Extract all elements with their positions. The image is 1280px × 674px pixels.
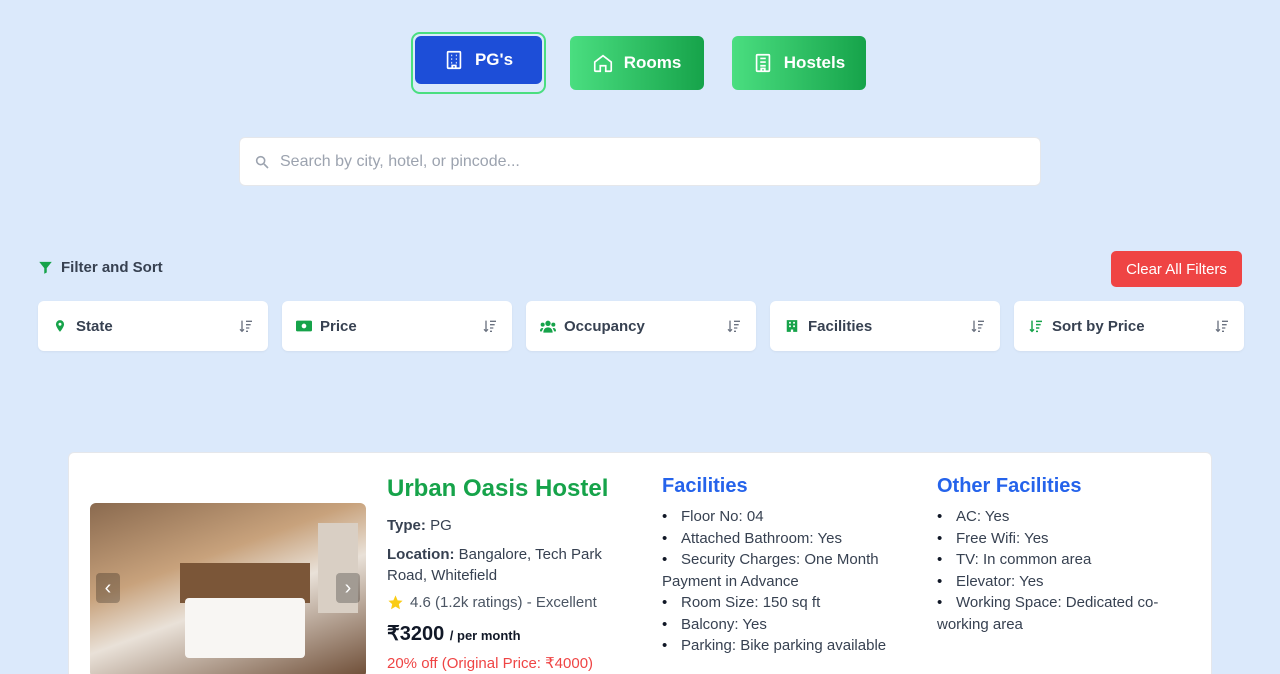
facility-item: Room Size: 150 sq ft [662, 592, 912, 614]
tab-rooms[interactable]: Rooms [569, 36, 704, 90]
filter-price[interactable]: Price [282, 301, 512, 351]
facilities-title: Facilities [662, 475, 748, 497]
search-icon [255, 155, 269, 169]
facility-item: Security Charges: One Month Payment in A… [662, 549, 912, 592]
facilities-section: Facilities Floor No: 04 Attached Bathroo… [662, 475, 912, 657]
filter-occupancy[interactable]: Occupancy [526, 301, 756, 351]
price-value: ₹3200 [387, 623, 445, 645]
other-facilities-title: Other Facilities [937, 475, 1082, 497]
filter-occupancy-label: Occupancy [564, 317, 645, 335]
other-facility-item: Free Wifi: Yes [937, 528, 1182, 550]
tab-rooms-wrapper: Rooms [566, 32, 708, 94]
clear-all-filters-button[interactable]: Clear All Filters [1111, 251, 1242, 287]
tab-pgs-label: PG's [474, 50, 514, 69]
filter-sort-label: Filter and Sort [61, 259, 163, 276]
filter-price-label: Price [320, 317, 357, 335]
filter-bar: State Price Occupancy Facilities Sort by… [38, 301, 1244, 351]
listing-type: Type: PG [387, 515, 627, 536]
money-icon [296, 318, 312, 334]
tab-pgs[interactable]: PG's [414, 36, 542, 84]
location-pin-icon [52, 318, 68, 334]
listing-card[interactable]: ‹ › Urban Oasis Hostel Type: PG Location… [68, 452, 1212, 674]
listing-title[interactable]: Urban Oasis Hostel [387, 475, 627, 503]
other-facility-item: Working Space: Dedicated co-working area [937, 592, 1182, 635]
chevron-right-icon[interactable]: › [336, 573, 360, 603]
sort-icon [1215, 320, 1228, 333]
type-value: PG [430, 517, 452, 534]
search-bar [239, 137, 1041, 186]
category-tabs: PG's Rooms Hostels [0, 32, 1280, 94]
filter-state[interactable]: State [38, 301, 268, 351]
photo-headboard [180, 563, 310, 603]
tab-rooms-label: Rooms [623, 53, 682, 72]
tab-hostels[interactable]: Hostels [731, 36, 866, 90]
price-unit: / per month [449, 628, 521, 643]
location-label: Location: [387, 546, 455, 563]
sort-icon [971, 320, 984, 333]
building-icon [446, 50, 462, 70]
listing-info: Urban Oasis Hostel Type: PG Location: Ba… [387, 475, 627, 672]
rating-text: 4.6 (1.2k ratings) - Excellent [410, 594, 597, 611]
tab-hostels-label: Hostels [783, 53, 846, 72]
tab-hostels-wrapper: Hostels [728, 32, 870, 94]
sort-icon [239, 320, 252, 333]
other-facility-item: Elevator: Yes [937, 571, 1182, 593]
listing-photo: ‹ › [90, 503, 366, 674]
photo-bed [185, 598, 305, 658]
tab-pgs-wrapper: PG's [410, 32, 546, 94]
other-facilities-section: Other Facilities AC: Yes Free Wifi: Yes … [937, 475, 1182, 635]
discount-text: 20% off (Original Price: ₹4000) [387, 655, 594, 672]
type-label: Type: [387, 517, 426, 534]
building-icon [784, 318, 800, 334]
hotel-icon [755, 53, 771, 73]
filter-state-label: State [76, 317, 113, 335]
star-icon [388, 595, 403, 610]
facility-item: Attached Bathroom: Yes [662, 528, 912, 550]
home-icon [593, 54, 612, 73]
users-icon [540, 318, 556, 334]
search-input[interactable] [280, 152, 980, 171]
listing-location: Location: Bangalore, Tech Park Road, Whi… [387, 544, 627, 586]
funnel-icon [39, 261, 52, 274]
listing-rating: 4.6 (1.2k ratings) - Excellent [387, 594, 627, 611]
sort-icon [727, 320, 740, 333]
filter-sort-by-price-label: Sort by Price [1052, 317, 1145, 335]
other-facility-item: AC: Yes [937, 506, 1182, 528]
sort-icon [1028, 318, 1044, 334]
filter-facilities[interactable]: Facilities [770, 301, 1000, 351]
filter-facilities-label: Facilities [808, 317, 873, 335]
other-facility-item: TV: In common area [937, 549, 1182, 571]
sort-icon [483, 320, 496, 333]
filter-sort-header: Filter and Sort [38, 259, 163, 276]
facility-item: Floor No: 04 [662, 506, 912, 528]
listing-price: ₹3200 / per month [387, 621, 627, 646]
facility-item: Balcony: Yes [662, 614, 912, 636]
facility-item: Parking: Bike parking available [662, 635, 912, 657]
chevron-left-icon[interactable]: ‹ [96, 573, 120, 603]
filter-sort-by-price[interactable]: Sort by Price [1014, 301, 1244, 351]
